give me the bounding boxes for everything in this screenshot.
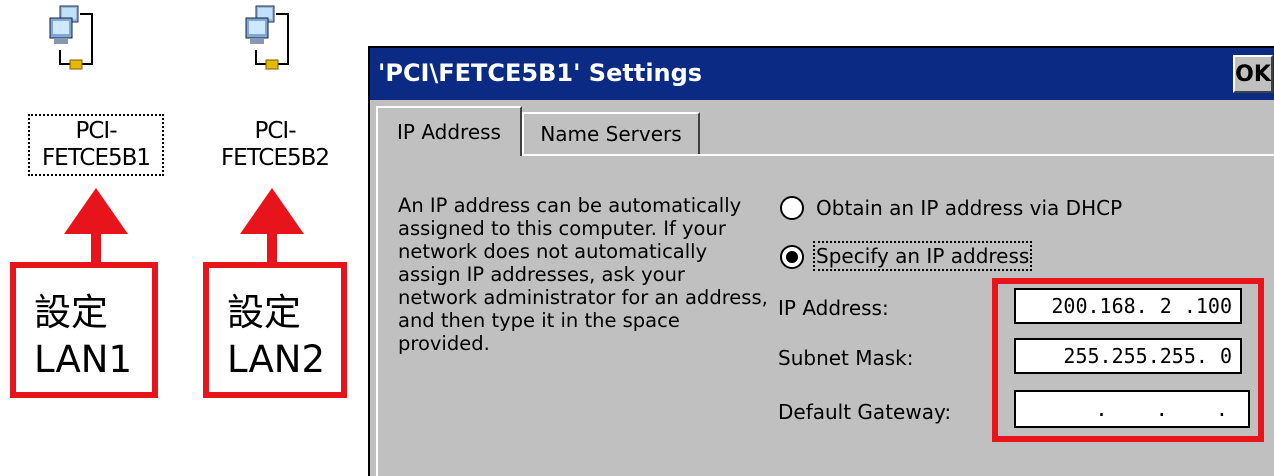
ip-address-label: IP Address:	[778, 296, 889, 320]
dialog-title: 'PCI\FETCE5B1' Settings	[378, 59, 703, 87]
default-gateway-label: Default Gateway:	[778, 400, 952, 424]
description-text: An IP address can be automatically assig…	[398, 194, 768, 355]
tab-name-servers[interactable]: Name Servers	[522, 112, 700, 154]
arrow-head-2	[240, 188, 304, 234]
dhcp-label[interactable]: Obtain an IP address via DHCP	[816, 196, 1122, 220]
arrow-head-1	[64, 188, 128, 234]
dhcp-radio[interactable]	[780, 196, 804, 220]
callout-lan2: 設定 LAN2	[203, 262, 347, 398]
ok-button[interactable]: OK	[1233, 55, 1273, 93]
specify-ip-label[interactable]: Specify an IP address	[812, 241, 1033, 271]
dialog-titlebar[interactable]: 'PCI\FETCE5B1' Settings OK	[370, 48, 1274, 100]
highlight-rectangle	[992, 278, 1264, 442]
subnet-mask-label: Subnet Mask:	[778, 346, 914, 370]
callout-lan1: 設定 LAN1	[10, 262, 158, 398]
tab-ip-address[interactable]: IP Address	[376, 106, 522, 156]
specify-ip-radio[interactable]	[780, 245, 804, 269]
